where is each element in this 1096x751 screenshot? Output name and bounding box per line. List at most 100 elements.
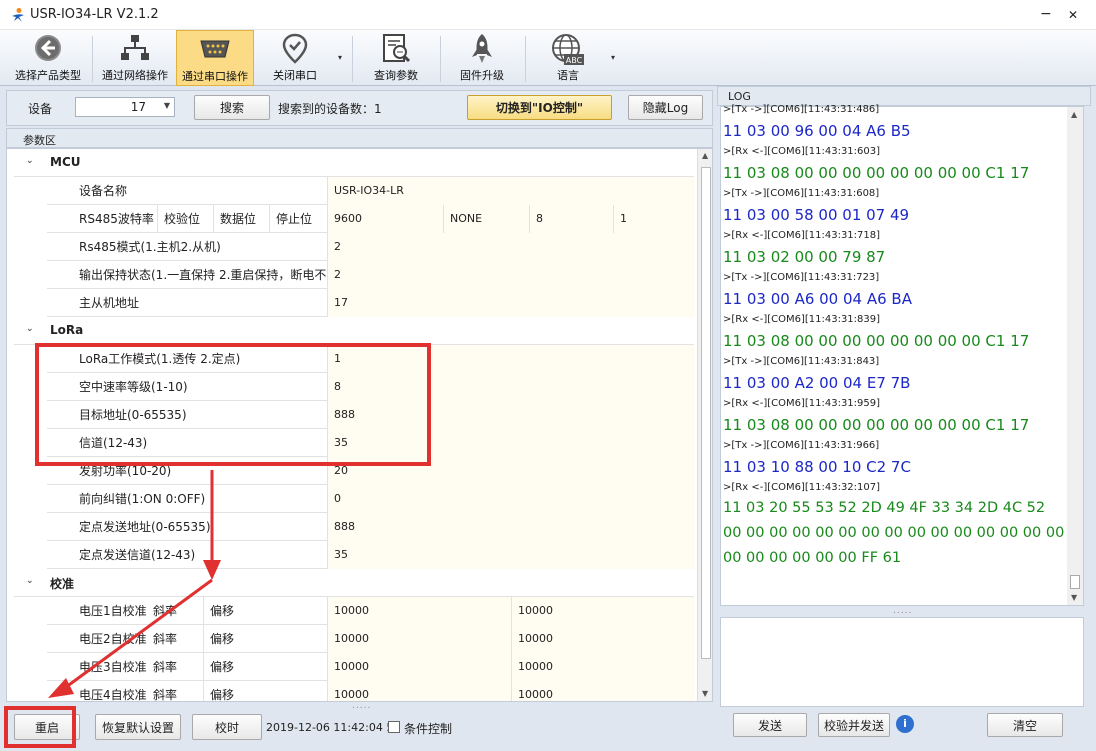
param-value[interactable]: 2 xyxy=(327,233,695,261)
clear-button[interactable]: 清空 xyxy=(987,713,1063,737)
toolbar-select-product-type[interactable]: 选择产品类型 xyxy=(6,30,90,86)
log-tx-header: >[Tx ->][COM6][11:43:31:966] xyxy=(723,440,880,451)
param-value[interactable]: 10000 xyxy=(511,625,695,653)
param-row[interactable]: 定点发送地址(0-65535) 888 xyxy=(47,513,695,541)
toolbar-network-operation[interactable]: 通过网络操作 xyxy=(95,30,175,86)
scroll-thumb[interactable] xyxy=(701,167,711,659)
toolbar-query-params[interactable]: 查询参数 xyxy=(356,30,436,86)
param-value[interactable]: 10000 xyxy=(327,625,511,653)
send-button[interactable]: 发送 xyxy=(733,713,807,737)
group-mcu[interactable]: ⌄ MCU xyxy=(14,149,694,177)
device-select-value: 17 xyxy=(130,100,146,114)
param-value[interactable]: 17 xyxy=(327,289,695,317)
group-lora[interactable]: ⌄ LoRa xyxy=(14,317,694,345)
param-value[interactable]: 888 xyxy=(327,513,695,541)
found-count-label: 搜索到的设备数：1 xyxy=(278,102,382,116)
param-row-rs485[interactable]: RS485波特率 校验位 数据位 停止位 9600 NONE 8 1 xyxy=(47,205,695,233)
main-toolbar: 选择产品类型 通过网络操作 通过串口操作 关闭串口 ▾ 查询参数 固件升级 AB… xyxy=(0,30,1096,86)
toolbar-firmware-upgrade[interactable]: 固件升级 xyxy=(443,30,521,86)
device-label: 设备 xyxy=(28,102,53,116)
condition-label: 条件控制 xyxy=(404,722,453,736)
param-row-calibration[interactable]: 电压3自校准 斜率 偏移 10000 10000 xyxy=(47,653,695,681)
toolbar-label: 语言 xyxy=(557,69,579,82)
chevron-down-icon[interactable]: ▾ xyxy=(611,53,615,62)
switch-io-control-button[interactable]: 切换到"IO控制" xyxy=(467,95,612,120)
param-row[interactable]: Rs485模式(1.主机2.从机) 2 xyxy=(47,233,695,261)
verify-send-button[interactable]: 校验并发送 xyxy=(818,713,890,737)
log-tx-data: 11 03 00 A6 00 04 A6 BA xyxy=(723,290,912,308)
param-row[interactable]: 定点发送信道(12-43) 35 xyxy=(47,541,695,569)
toolbar-label: 关闭串口 xyxy=(273,69,317,82)
scroll-up-icon[interactable]: ▲ xyxy=(1071,110,1077,119)
group-calibration[interactable]: ⌄ 校准 xyxy=(14,569,694,597)
annotation-highlight-restart xyxy=(4,706,76,748)
param-value[interactable]: 10000 xyxy=(511,681,695,701)
expand-icon[interactable]: ⌄ xyxy=(26,156,34,166)
toolbar-close-serial[interactable]: 关闭串口 xyxy=(256,30,334,86)
expand-icon[interactable]: ⌄ xyxy=(26,576,34,586)
params-header: 参数区 xyxy=(6,128,713,148)
param-row-calibration[interactable]: 电压1自校准 斜率 偏移 10000 10000 xyxy=(47,597,695,625)
param-label: 斜率 xyxy=(153,604,178,618)
param-value[interactable]: 10000 xyxy=(327,681,511,701)
log-rx-data: 00 00 00 00 00 00 FF 61 xyxy=(723,550,902,566)
hide-log-button[interactable]: 隐藏Log xyxy=(628,95,703,120)
param-label: 前向纠错(1:ON 0:OFF) xyxy=(79,492,206,506)
param-label: 斜率 xyxy=(153,688,178,702)
param-row[interactable]: 前向纠错(1:ON 0:OFF) 0 xyxy=(47,485,695,513)
info-icon[interactable]: i xyxy=(896,715,914,733)
param-row[interactable]: 设备名称 USR-IO34-LR xyxy=(47,177,695,205)
param-label: 设备名称 xyxy=(79,184,128,198)
param-row-calibration[interactable]: 电压4自校准 斜率 偏移 10000 10000 xyxy=(47,681,695,702)
param-row-calibration[interactable]: 电压2自校准 斜率 偏移 10000 10000 xyxy=(47,625,695,653)
close-button[interactable]: ✕ xyxy=(1068,8,1078,22)
search-button[interactable]: 搜索 xyxy=(194,95,270,120)
sync-time-button[interactable]: 校时 xyxy=(192,714,262,740)
param-label: 偏移 xyxy=(203,625,327,653)
toolbar-label: 选择产品类型 xyxy=(15,69,81,82)
send-input[interactable] xyxy=(720,617,1084,707)
param-label: 偏移 xyxy=(203,597,327,625)
condition-checkbox[interactable] xyxy=(388,721,400,733)
minimize-button[interactable]: − xyxy=(1040,6,1052,22)
param-value[interactable]: 10000 xyxy=(511,653,695,681)
param-value[interactable]: USR-IO34-LR xyxy=(327,177,695,205)
param-value[interactable]: 35 xyxy=(327,541,695,569)
toolbar-language[interactable]: ABC 语言 xyxy=(528,30,608,86)
param-label: 停止位 xyxy=(269,205,327,233)
param-label: 数据位 xyxy=(213,205,269,233)
scroll-up-icon[interactable]: ▲ xyxy=(702,151,708,160)
device-select[interactable]: 17 ▼ xyxy=(75,97,175,117)
log-splitter-grip[interactable]: ..... xyxy=(893,606,912,616)
scroll-down-icon[interactable]: ▼ xyxy=(1071,593,1077,602)
group-title: MCU xyxy=(50,155,81,169)
param-value[interactable]: 0 xyxy=(327,485,695,513)
param-row[interactable]: 主从机地址 17 xyxy=(47,289,695,317)
param-value[interactable]: 10000 xyxy=(511,597,695,625)
log-scrollbar[interactable]: ▲ ▼ xyxy=(1067,107,1083,605)
back-arrow-icon xyxy=(35,35,61,61)
param-value[interactable]: 8 xyxy=(529,205,613,233)
restore-defaults-button[interactable]: 恢复默认设置 xyxy=(95,714,181,740)
expand-icon[interactable]: ⌄ xyxy=(26,324,34,334)
toolbar-serial-operation[interactable]: 通过串口操作 xyxy=(176,30,254,86)
param-label: 偏移 xyxy=(203,653,327,681)
network-icon xyxy=(121,35,149,60)
scroll-thumb[interactable] xyxy=(1070,575,1080,589)
param-value[interactable]: 9600 xyxy=(327,205,443,233)
param-row[interactable]: 输出保持状态(1.一直保持 2.重启保持，断电不 2 xyxy=(47,261,695,289)
toolbar-label: 查询参数 xyxy=(374,69,418,82)
splitter-grip[interactable]: ..... xyxy=(352,701,371,711)
query-document-icon xyxy=(383,34,411,63)
chevron-down-icon[interactable]: ▾ xyxy=(338,53,342,62)
param-value[interactable]: 1 xyxy=(613,205,695,233)
param-label: 定点发送信道(12-43) xyxy=(79,548,196,562)
param-value[interactable]: NONE xyxy=(443,205,529,233)
param-value[interactable]: 10000 xyxy=(327,653,511,681)
param-label: 定点发送地址(0-65535) xyxy=(79,520,211,534)
param-label: 输出保持状态(1.一直保持 2.重启保持，断电不 xyxy=(79,268,327,282)
scroll-down-icon[interactable]: ▼ xyxy=(702,689,708,698)
param-value[interactable]: 2 xyxy=(327,261,695,289)
param-value[interactable]: 10000 xyxy=(327,597,511,625)
params-scrollbar[interactable]: ▲ ▼ xyxy=(697,149,712,701)
